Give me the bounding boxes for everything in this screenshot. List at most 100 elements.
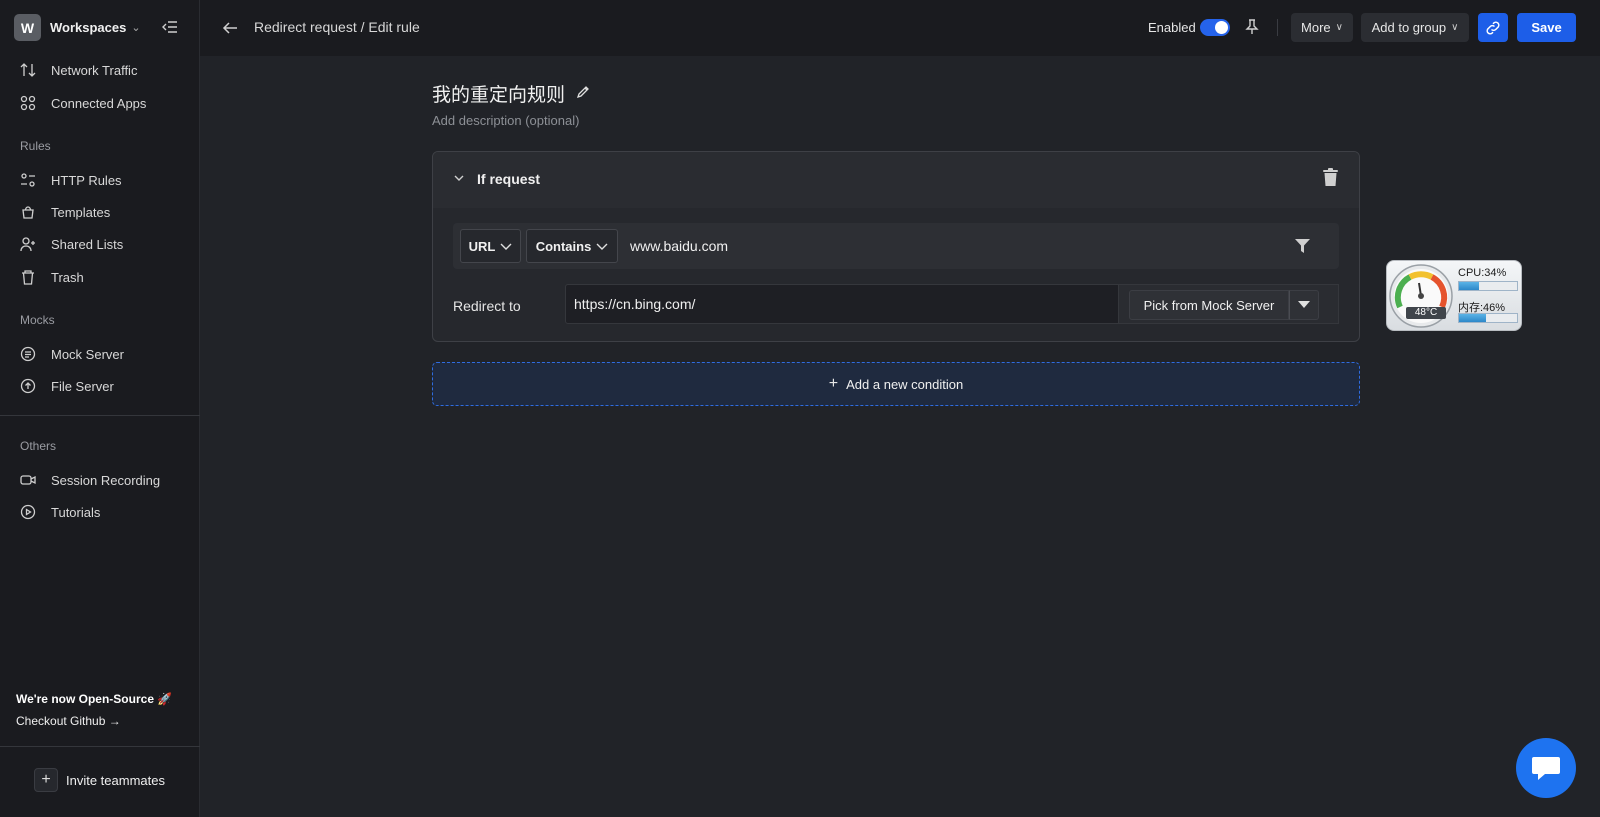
toggle-knob [1215, 21, 1228, 34]
memory-bar-fill [1459, 314, 1486, 322]
filter-icon[interactable] [1295, 239, 1310, 253]
chevron-down-icon: ⌄ [131, 22, 141, 34]
add-condition-button[interactable]: + Add a new condition [432, 362, 1360, 406]
sidebar-item-label: Trash [51, 269, 84, 285]
back-arrow-icon[interactable] [222, 20, 238, 36]
chevron-down-icon: ∨ [1335, 22, 1343, 33]
sidebar-item-session-recording[interactable]: Session Recording [20, 468, 160, 492]
more-button[interactable]: More ∨ [1291, 13, 1353, 42]
sidebar-item-templates[interactable]: Templates [20, 200, 110, 224]
redirect-label: Redirect to [453, 298, 521, 314]
sidebar-item-shared-lists[interactable]: Shared Lists [20, 232, 123, 256]
operator-select[interactable]: Contains [526, 229, 618, 263]
cpu-bar [1458, 281, 1518, 291]
temperature-readout: 48°C [1406, 307, 1446, 319]
condition-title: If request [477, 171, 541, 187]
redirect-url-input[interactable]: https://cn.bing.com/ [565, 284, 1119, 324]
play-icon [20, 504, 36, 520]
sidebar-item-label: Session Recording [51, 472, 161, 488]
rules-icon [21, 173, 35, 187]
chevron-down-icon [596, 243, 608, 250]
pin-icon[interactable] [1245, 19, 1259, 35]
grid-icon [20, 95, 36, 111]
system-monitor-widget[interactable]: 48°C CPU:34% 内存:46% [1386, 260, 1522, 331]
chat-icon [1532, 757, 1560, 780]
sidebar-item-mock-server[interactable]: Mock Server [20, 342, 124, 366]
github-link[interactable]: Checkout Github → [16, 714, 121, 728]
chevron-down-icon[interactable] [453, 172, 465, 184]
redirect-url-value: https://cn.bing.com/ [574, 296, 696, 312]
source-value-input[interactable]: www.baidu.com [630, 238, 728, 254]
divider [1277, 19, 1278, 36]
sidebar-item-network-traffic[interactable]: Network Traffic [20, 58, 137, 82]
sidebar-item-label: Network Traffic [51, 62, 138, 78]
cpu-label: CPU:34% [1458, 267, 1507, 279]
plus-icon: + [34, 768, 58, 792]
breadcrumb: Redirect request / Edit rule [254, 19, 420, 35]
workspace-avatar: W [14, 14, 41, 41]
cpu-bar-fill [1459, 282, 1479, 290]
trash-icon[interactable] [1323, 168, 1338, 186]
top-bar: Redirect request / Edit rule Enabled Mor… [200, 0, 1600, 56]
video-icon [20, 475, 36, 485]
operator-label: Contains [535, 238, 592, 254]
sidebar-item-label: Shared Lists [51, 236, 124, 252]
condition-header[interactable]: If request [433, 152, 1359, 208]
plus-icon: + [828, 375, 839, 392]
sidebar-item-connected-apps[interactable]: Connected Apps [20, 91, 146, 115]
redirect-addon: Pick from Mock Server [1119, 284, 1339, 324]
divider [0, 415, 200, 416]
sidebar-item-label: Connected Apps [51, 95, 147, 111]
open-source-title: We're now Open-Source 🚀 [16, 692, 173, 706]
add-condition-label: Add a new condition [846, 376, 964, 392]
add-to-group-label: Add to group [1371, 20, 1447, 35]
document-icon [20, 346, 36, 362]
section-mocks: Mocks [20, 313, 55, 327]
pick-dropdown-button[interactable] [1289, 290, 1319, 320]
enabled-toggle[interactable] [1200, 19, 1230, 36]
user-plus-icon [20, 237, 35, 252]
more-label: More [1301, 20, 1331, 35]
save-label: Save [1531, 20, 1562, 35]
arrows-up-down-icon [20, 63, 36, 77]
divider [0, 746, 200, 747]
enabled-label: Enabled [1148, 20, 1196, 35]
sidebar: W Workspaces ⌄ Network Traffic Connected… [0, 0, 200, 817]
chevron-down-icon: ∨ [1451, 22, 1459, 33]
sidebar-item-trash[interactable]: Trash [20, 265, 84, 289]
invite-label: Invite teammates [66, 772, 165, 788]
invite-teammates-button[interactable]: + Invite teammates [34, 768, 165, 792]
section-others: Others [20, 439, 57, 453]
workspace-name: Workspaces [50, 20, 127, 35]
trash-icon [22, 270, 34, 285]
upload-icon [20, 378, 36, 394]
add-to-group-button[interactable]: Add to group ∨ [1361, 13, 1469, 42]
caret-down-icon [1298, 301, 1310, 308]
link-icon [1486, 20, 1500, 35]
source-key-label: URL [468, 238, 496, 254]
sidebar-item-http-rules[interactable]: HTTP Rules [20, 168, 122, 192]
section-rules: Rules [20, 139, 51, 153]
share-link-button[interactable] [1478, 13, 1508, 42]
bag-icon [22, 206, 34, 219]
collapse-sidebar-icon[interactable] [162, 20, 178, 34]
condition-card: If request URL Contains www.baidu.com Re… [432, 151, 1360, 342]
save-button[interactable]: Save [1517, 13, 1576, 42]
gauge-icon [1389, 264, 1453, 328]
sidebar-item-file-server[interactable]: File Server [20, 374, 114, 398]
source-condition-row: URL Contains www.baidu.com [453, 223, 1339, 269]
sidebar-item-label: Mock Server [51, 346, 124, 362]
sidebar-item-label: HTTP Rules [51, 172, 122, 188]
rule-title[interactable]: 我的重定向规则 [432, 80, 565, 107]
source-key-select[interactable]: URL [460, 229, 521, 263]
sidebar-item-tutorials[interactable]: Tutorials [20, 500, 100, 524]
sidebar-item-label: Templates [51, 204, 111, 220]
workspace-switcher[interactable]: W Workspaces ⌄ [14, 14, 141, 41]
chat-button[interactable] [1516, 738, 1576, 798]
memory-bar [1458, 313, 1518, 323]
description-input[interactable]: Add description (optional) [432, 113, 579, 128]
sidebar-item-label: File Server [51, 378, 114, 394]
chevron-down-icon [500, 243, 512, 250]
pick-from-mock-server-button[interactable]: Pick from Mock Server [1129, 290, 1289, 320]
pencil-icon[interactable] [576, 85, 590, 99]
